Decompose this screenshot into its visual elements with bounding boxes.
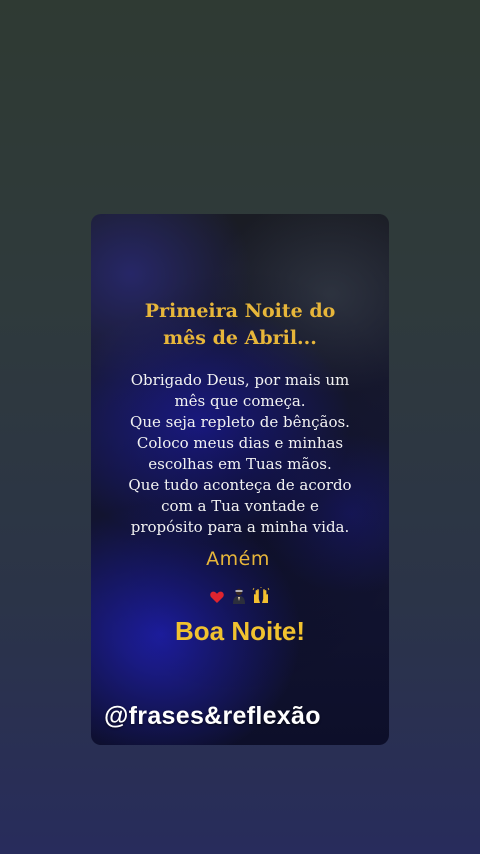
message-line: com a Tua vontade e — [161, 497, 319, 515]
title-line: mês de Abril... — [163, 327, 317, 349]
message-line: Que tudo aconteça de acordo — [128, 476, 352, 494]
message-line: escolhas em Tuas mãos. — [148, 455, 332, 473]
title-line: Primeira Noite do — [144, 300, 336, 322]
post-message: Obrigado Deus, por mais um mês que começ… — [91, 370, 389, 538]
story-card: Primeira Noite do mês de Abril... Obriga… — [91, 214, 389, 745]
heart-icon — [208, 587, 226, 605]
praying-icon — [230, 587, 248, 605]
message-line: Que seja repleto de bênçãos. — [130, 413, 350, 431]
emoji-row — [208, 585, 270, 607]
post-title: Primeira Noite do mês de Abril... — [91, 298, 389, 352]
message-line: Coloco meus dias e minhas — [136, 434, 344, 452]
author-handle: @frases&reflexão — [104, 702, 321, 730]
message-line: Obrigado Deus, por mais um — [130, 371, 350, 389]
amen-text: Amém — [206, 548, 270, 570]
message-line: propósito para a minha vida. — [130, 518, 350, 536]
raised-hands-icon — [252, 587, 270, 605]
greeting-text: Boa Noite! — [175, 616, 305, 646]
message-line: mês que começa. — [174, 392, 306, 410]
